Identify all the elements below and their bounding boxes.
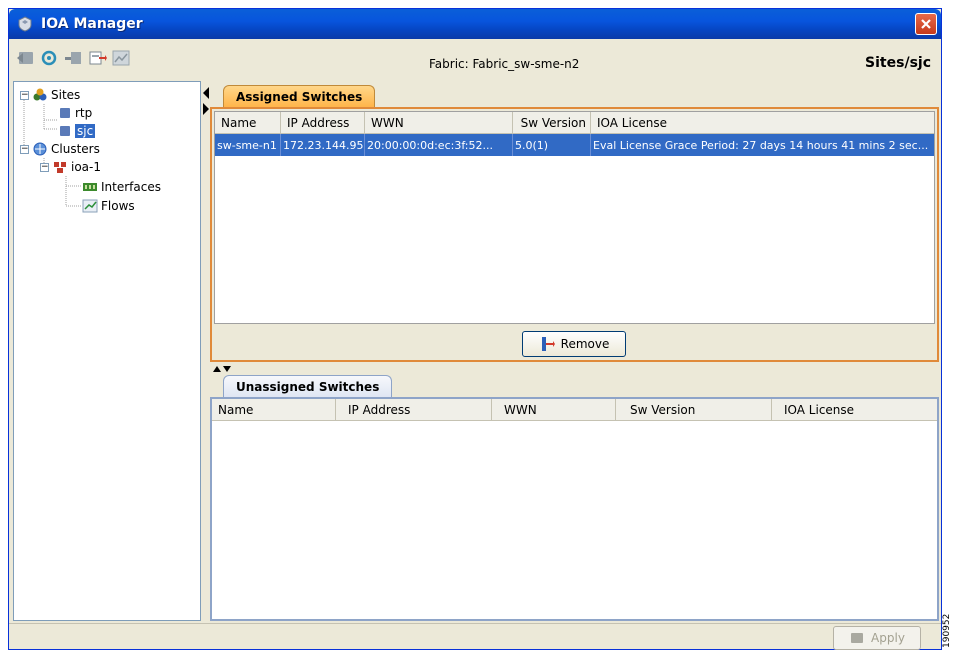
site-db-icon bbox=[60, 126, 70, 136]
sites-icon bbox=[33, 88, 47, 101]
interfaces-icon bbox=[83, 183, 97, 191]
table-header: Name IP Address WWN Sw Version IOA Licen… bbox=[215, 112, 934, 134]
tab-label: Assigned Switches bbox=[236, 89, 363, 104]
tree-node-clusters[interactable]: − Clusters bbox=[20, 140, 100, 158]
back-icon[interactable] bbox=[15, 49, 35, 67]
figure-id: 190952 bbox=[942, 613, 952, 648]
column-header-wwn[interactable]: WWN bbox=[365, 112, 513, 133]
cell-wwn: 20:00:00:0d:ec:3f:52... bbox=[365, 134, 513, 156]
tree-label-sites: Sites bbox=[51, 88, 81, 102]
splitter-collapse-icon[interactable] bbox=[202, 85, 210, 117]
app-icon bbox=[18, 16, 32, 32]
window-title: IOA Manager bbox=[41, 16, 143, 32]
unassigned-switches-table: Name IP Address WWN Sw Version IOA Licen… bbox=[210, 397, 939, 621]
column-header-wwn[interactable]: WWN bbox=[492, 399, 616, 420]
cluster-node-icon bbox=[54, 162, 66, 173]
flows-icon bbox=[82, 199, 98, 213]
fabric-label: Fabric: Fabric_sw-sme-n2 bbox=[429, 57, 580, 71]
collapse-icon[interactable]: − bbox=[40, 162, 49, 172]
apply-button[interactable]: Apply bbox=[833, 626, 921, 650]
site-db-icon bbox=[60, 108, 70, 118]
column-header-sw-version[interactable]: Sw Version bbox=[616, 399, 772, 420]
tree-label-flows: Flows bbox=[101, 199, 135, 213]
tree-node-flows[interactable]: Flows bbox=[82, 197, 135, 215]
apply-icon bbox=[851, 633, 864, 643]
toolbar: Fabric: Fabric_sw-sme-n2 Sites/sjc bbox=[9, 43, 941, 75]
remove-label: Remove bbox=[560, 337, 610, 351]
tree-label-interfaces: Interfaces bbox=[101, 180, 161, 194]
assigned-switches-panel: Name IP Address WWN Sw Version IOA Licen… bbox=[210, 107, 939, 362]
cell-sw-version: 5.0(1) bbox=[513, 134, 591, 156]
column-header-ip[interactable]: IP Address bbox=[336, 399, 492, 420]
table-row[interactable]: sw-sme-n1 172.23.144.95 20:00:00:0d:ec:3… bbox=[215, 134, 934, 156]
column-header-name[interactable]: Name bbox=[215, 112, 281, 133]
tab-label: Unassigned Switches bbox=[236, 379, 380, 394]
column-header-ioa-license[interactable]: IOA License bbox=[591, 112, 934, 133]
close-button[interactable] bbox=[915, 13, 937, 35]
cell-ip: 172.23.144.95 bbox=[281, 134, 365, 156]
tree-label-ioa1: ioa-1 bbox=[71, 160, 101, 174]
column-header-ip[interactable]: IP Address bbox=[281, 112, 365, 133]
chart-icon[interactable] bbox=[111, 49, 131, 67]
remove-icon bbox=[541, 337, 555, 351]
divider-toggle-icon[interactable] bbox=[212, 365, 232, 373]
tree-node-ioa1[interactable]: − ioa-1 bbox=[40, 158, 101, 176]
tree-node-rtp[interactable]: rtp bbox=[58, 104, 92, 122]
table-header: Name IP Address WWN Sw Version IOA Licen… bbox=[212, 399, 937, 421]
assigned-switches-table: Name IP Address WWN Sw Version IOA Licen… bbox=[214, 111, 935, 324]
column-header-sw-version[interactable]: Sw Version bbox=[513, 112, 591, 133]
column-header-name[interactable]: Name bbox=[212, 399, 336, 420]
title-bar: IOA Manager bbox=[9, 9, 941, 39]
site-path-label: Sites/sjc bbox=[865, 55, 931, 71]
remove-button[interactable]: Remove bbox=[522, 331, 626, 357]
apply-label: Apply bbox=[871, 631, 905, 645]
collapse-icon[interactable]: − bbox=[20, 90, 29, 100]
cell-ioa-license: Eval License Grace Period: 27 days 14 ho… bbox=[593, 138, 929, 152]
add-icon[interactable] bbox=[63, 49, 83, 67]
tab-assigned-switches[interactable]: Assigned Switches bbox=[223, 85, 376, 107]
ioa-manager-window: IOA Manager Fabric: Fabric_sw-sme-n2 Sit… bbox=[8, 8, 942, 650]
navigation-tree: − Sites rtp sjc − Clusters − ioa-1 Inter… bbox=[13, 81, 201, 621]
clusters-icon bbox=[33, 142, 47, 156]
tree-label-sjc: sjc bbox=[75, 124, 96, 138]
status-bar: Apply bbox=[9, 623, 941, 651]
tree-label-rtp: rtp bbox=[75, 106, 93, 120]
column-header-ioa-license[interactable]: IOA License bbox=[772, 399, 937, 420]
refresh-icon[interactable] bbox=[39, 49, 59, 67]
tree-node-sites[interactable]: − Sites bbox=[20, 86, 80, 104]
tree-label-clusters: Clusters bbox=[51, 142, 100, 156]
close-icon bbox=[921, 19, 931, 29]
tree-node-sjc[interactable]: sjc bbox=[58, 122, 96, 140]
tree-node-interfaces[interactable]: Interfaces bbox=[82, 178, 161, 196]
collapse-icon[interactable]: − bbox=[20, 144, 29, 154]
tab-unassigned-switches[interactable]: Unassigned Switches bbox=[223, 375, 393, 397]
export-icon[interactable] bbox=[87, 49, 107, 67]
cell-name: sw-sme-n1 bbox=[215, 134, 281, 156]
